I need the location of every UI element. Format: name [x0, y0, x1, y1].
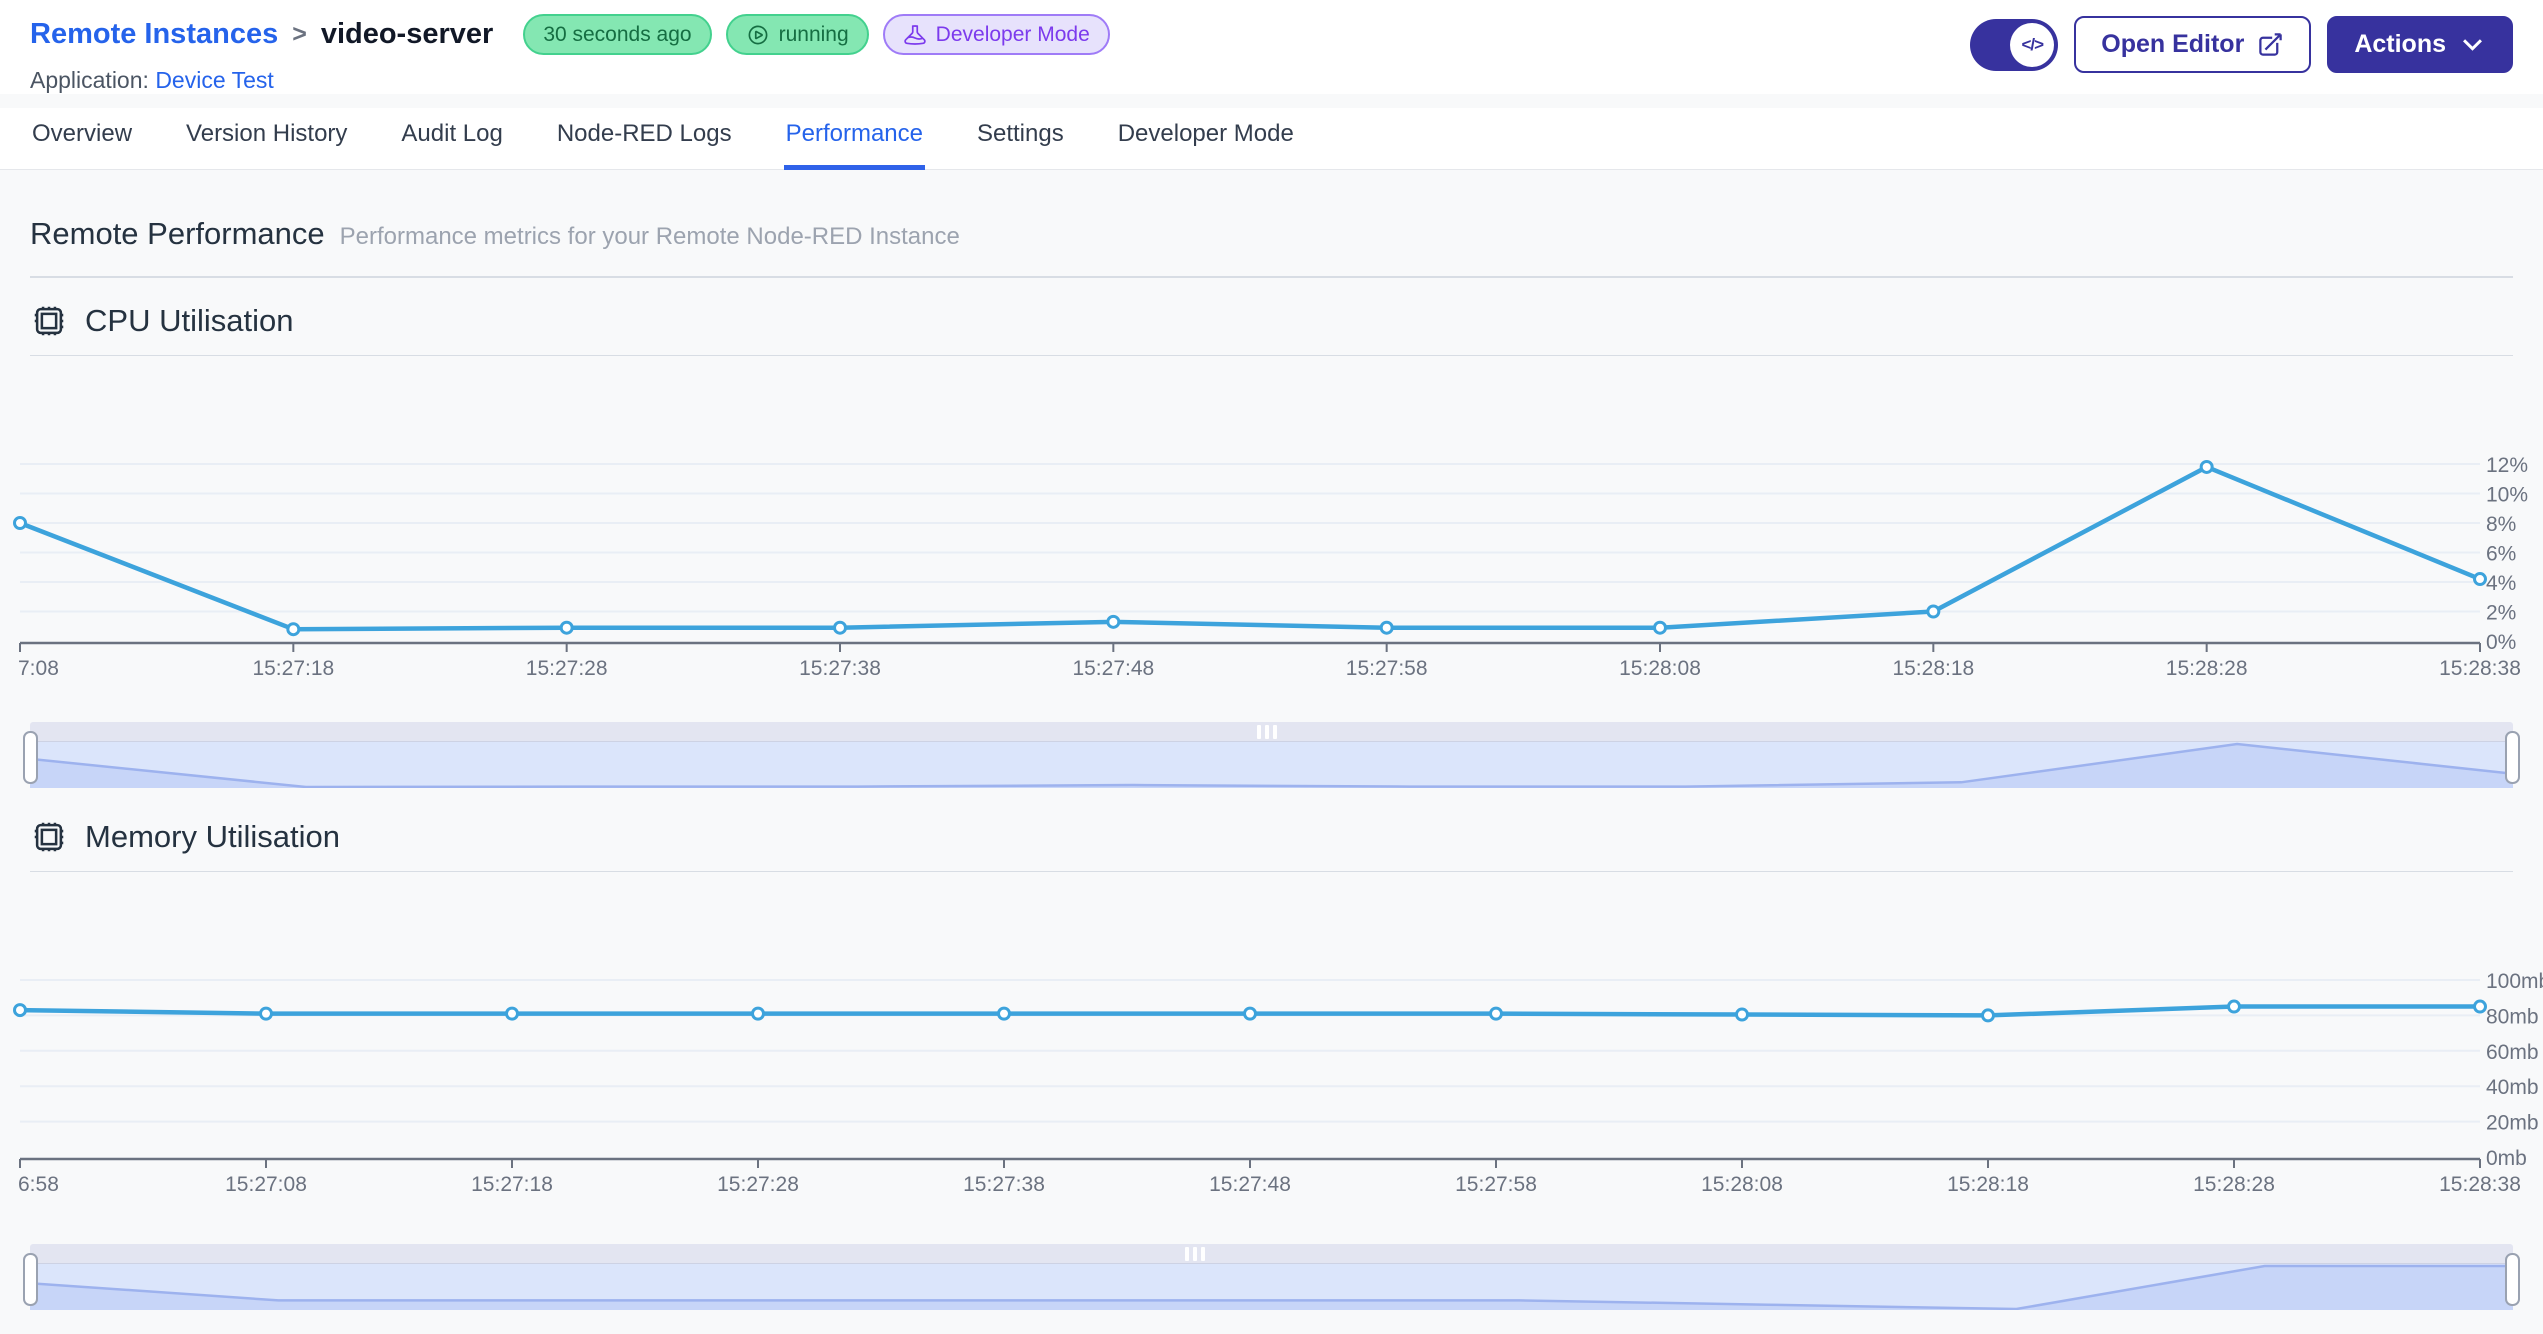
memory-brush-right-handle[interactable] — [2505, 1253, 2520, 1307]
svg-text:15:28:18: 15:28:18 — [1947, 1173, 2029, 1196]
svg-text:15:27:58: 15:27:58 — [1346, 657, 1428, 680]
application-label: Application: — [30, 67, 149, 94]
breadcrumb-separator: > — [292, 20, 307, 49]
play-circle-icon — [748, 25, 768, 45]
tab-node-red-logs[interactable]: Node-RED Logs — [555, 108, 734, 170]
tab-overview[interactable]: Overview — [30, 108, 134, 170]
svg-text:60mb: 60mb — [2486, 1041, 2539, 1064]
svg-text:15:27:28: 15:27:28 — [717, 1173, 799, 1196]
chevron-down-icon — [2463, 39, 2482, 51]
status-badge-label: running — [778, 23, 849, 46]
svg-text:15:28:28: 15:28:28 — [2166, 657, 2248, 680]
svg-text:15:28:38: 15:28:38 — [2439, 657, 2521, 680]
svg-text:80mb: 80mb — [2486, 1006, 2539, 1029]
breadcrumb: Remote Instances > video-server 30 secon… — [30, 14, 1124, 56]
memory-section-title: Memory Utilisation — [30, 818, 2513, 856]
top-bar-left: Remote Instances > video-server 30 secon… — [30, 14, 1124, 94]
tab-audit-log[interactable]: Audit Log — [399, 108, 504, 170]
open-editor-button[interactable]: Open Editor — [2074, 16, 2312, 73]
cpu-chip-icon — [34, 822, 64, 852]
tab-developer-mode[interactable]: Developer Mode — [1116, 108, 1296, 170]
svg-text:15:28:38: 15:28:38 — [2439, 1173, 2521, 1196]
svg-text:20mb: 20mb — [2486, 1112, 2539, 1135]
top-bar: Remote Instances > video-server 30 secon… — [0, 0, 2543, 95]
memory-section-label: Memory Utilisation — [85, 819, 340, 855]
developer-mode-badge: Developer Mode — [882, 14, 1110, 56]
beaker-icon — [903, 24, 926, 45]
performance-page: Remote Performance Performance metrics f… — [0, 170, 2543, 1311]
memory-brush-area[interactable] — [30, 1264, 2513, 1311]
heading-divider — [30, 276, 2513, 279]
svg-text:15:27:38: 15:27:38 — [799, 657, 881, 680]
svg-text:100mb: 100mb — [2486, 970, 2543, 993]
tab-performance[interactable]: Performance — [783, 108, 925, 171]
cpu-utilisation-chart: 0% 2% 4% 6% 8% 10% 12% 7:08 15:27:18 15:27:28 15:2… — [13, 454, 2528, 680]
memory-chart-brush[interactable] — [23, 1244, 2520, 1311]
cpu-section-label: CPU Utilisation — [85, 303, 294, 339]
actions-button[interactable]: Actions — [2327, 16, 2513, 73]
application-row: Application: Device Test — [30, 67, 1124, 94]
cpu-chip-icon — [34, 306, 64, 336]
svg-text:2%: 2% — [2486, 602, 2516, 625]
actions-button-label: Actions — [2354, 30, 2446, 58]
tab-settings[interactable]: Settings — [975, 108, 1066, 170]
svg-text:15:28:08: 15:28:08 — [1701, 1173, 1783, 1196]
svg-text:15:27:58: 15:27:58 — [1455, 1173, 1537, 1196]
cpu-brush-left-handle[interactable] — [23, 731, 38, 785]
svg-text:7:08: 7:08 — [18, 657, 59, 680]
cpu-brush-right-handle[interactable] — [2505, 731, 2520, 785]
last-seen-badge-label: 30 seconds ago — [543, 23, 692, 46]
svg-text:15:28:08: 15:28:08 — [1619, 657, 1701, 680]
memory-brush-left-handle[interactable] — [23, 1253, 38, 1307]
open-editor-label: Open Editor — [2101, 30, 2245, 58]
cpu-brush-move-grip[interactable] — [1256, 725, 1277, 740]
svg-text:6%: 6% — [2486, 543, 2516, 566]
svg-text:15:28:18: 15:28:18 — [1892, 657, 1974, 680]
svg-text:15:27:28: 15:27:28 — [526, 657, 608, 680]
svg-text:12%: 12% — [2486, 454, 2528, 477]
memory-brush-minichart — [30, 1264, 2513, 1311]
svg-text:15:28:28: 15:28:28 — [2193, 1173, 2275, 1196]
memory-utilisation-chart: 0mb 20mb 40mb 60mb 80mb 100mb 6:58 15:27:08 15:2… — [13, 970, 2543, 1196]
developer-mode-toggle[interactable]: </> — [1970, 18, 2059, 71]
cpu-chart-brush[interactable] — [23, 722, 2520, 789]
cpu-brush-track[interactable] — [30, 722, 2513, 743]
svg-text:8%: 8% — [2486, 513, 2516, 536]
last-seen-badge: 30 seconds ago — [523, 14, 712, 56]
status-badge: running — [725, 14, 869, 56]
external-link-icon — [2259, 33, 2283, 56]
application-link[interactable]: Device Test — [155, 67, 273, 93]
memory-brush-track[interactable] — [30, 1244, 2513, 1265]
developer-mode-badge-label: Developer Mode — [935, 23, 1090, 46]
top-bar-actions: </> Open Editor Actions — [1970, 14, 2513, 73]
svg-text:15:27:48: 15:27:48 — [1072, 657, 1154, 680]
svg-text:15:27:48: 15:27:48 — [1209, 1173, 1291, 1196]
svg-text:0%: 0% — [2486, 631, 2516, 654]
page-instance-name: video-server — [320, 18, 494, 51]
svg-text:15:27:38: 15:27:38 — [963, 1173, 1045, 1196]
cpu-brush-minichart — [30, 742, 2513, 789]
svg-text:15:27:18: 15:27:18 — [471, 1173, 553, 1196]
svg-text:4%: 4% — [2486, 572, 2516, 595]
svg-text:40mb: 40mb — [2486, 1076, 2539, 1099]
page-title: Remote Performance — [30, 216, 325, 252]
page-heading: Remote Performance Performance metrics f… — [30, 170, 2513, 252]
svg-text:6:58: 6:58 — [18, 1173, 59, 1196]
tab-bar: Overview Version History Audit Log Node-… — [0, 108, 2543, 171]
code-icon: </> — [2010, 22, 2055, 67]
svg-text:10%: 10% — [2486, 484, 2528, 507]
breadcrumb-parent-link[interactable]: Remote Instances — [30, 18, 278, 51]
cpu-section-title: CPU Utilisation — [30, 302, 2513, 340]
cpu-brush-area[interactable] — [30, 742, 2513, 789]
svg-text:15:27:18: 15:27:18 — [252, 657, 334, 680]
svg-text:15:27:08: 15:27:08 — [225, 1173, 307, 1196]
svg-text:0mb: 0mb — [2486, 1147, 2527, 1170]
page-subtitle: Performance metrics for your Remote Node… — [339, 223, 960, 251]
tab-version-history[interactable]: Version History — [184, 108, 349, 170]
memory-brush-move-grip[interactable] — [1184, 1247, 1205, 1262]
